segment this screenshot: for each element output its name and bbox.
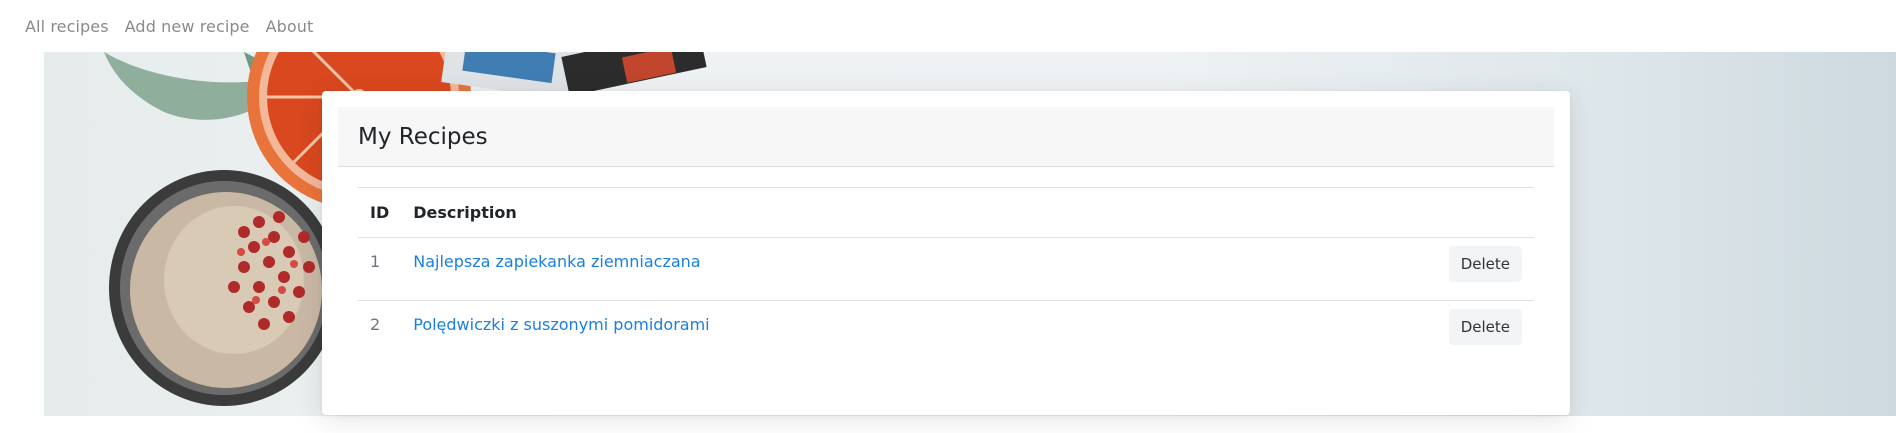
recipe-id: 1 bbox=[358, 237, 402, 301]
top-navigation: All recipes Add new recipe About bbox=[0, 0, 1896, 52]
recipe-link[interactable]: Najlepsza zapiekanka ziemniaczana bbox=[413, 252, 700, 271]
nav-about[interactable]: About bbox=[266, 17, 314, 36]
column-header-action bbox=[1270, 187, 1534, 238]
nav-add-new-recipe[interactable]: Add new recipe bbox=[125, 17, 250, 36]
recipes-card: My Recipes ID Description 1 Najlepsza za… bbox=[322, 91, 1570, 415]
table-header-row: ID Description bbox=[358, 187, 1534, 238]
table-row: 1 Najlepsza zapiekanka ziemniaczana Dele… bbox=[358, 237, 1534, 301]
page-title: My Recipes bbox=[358, 123, 488, 150]
recipe-description-cell: Najlepsza zapiekanka ziemniaczana bbox=[401, 237, 1271, 301]
recipe-action-cell: Delete bbox=[1270, 301, 1534, 364]
recipe-id: 2 bbox=[370, 315, 381, 334]
nav-all-recipes[interactable]: All recipes bbox=[25, 17, 109, 36]
table-row: 2 Polędwiczki z suszonymi pomidorami Del… bbox=[358, 301, 1534, 364]
recipes-table: ID Description 1 Najlepsza zapiekanka zi… bbox=[358, 187, 1534, 364]
delete-button[interactable]: Delete bbox=[1448, 309, 1522, 345]
column-header-id: ID bbox=[358, 187, 402, 238]
column-header-description: Description bbox=[401, 187, 1271, 238]
card-header: My Recipes bbox=[338, 107, 1554, 167]
delete-button[interactable]: Delete bbox=[1448, 246, 1522, 282]
recipe-description-cell: Polędwiczki z suszonymi pomidorami bbox=[401, 301, 1270, 364]
recipe-action-cell: Delete bbox=[1270, 237, 1534, 301]
recipe-link[interactable]: Polędwiczki z suszonymi pomidorami bbox=[413, 315, 709, 334]
